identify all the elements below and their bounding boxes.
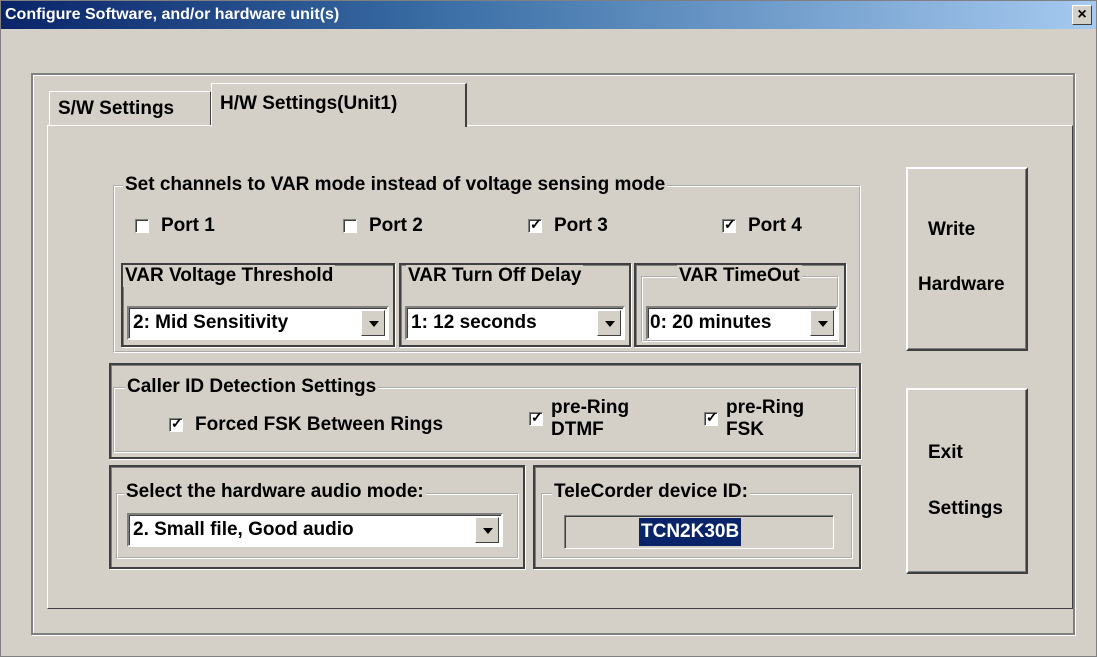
device-id-value: TCN2K30B <box>639 518 742 546</box>
close-button[interactable]: × <box>1072 5 1092 25</box>
forced-fsk-label: Forced FSK Between Rings <box>195 414 444 435</box>
caller-id-legend: Caller ID Detection Settings <box>125 376 379 398</box>
port-3-checkbox[interactable]: Port 3 <box>528 215 608 237</box>
port-2-checkbox[interactable]: Port 2 <box>343 215 423 237</box>
timeout-value: 0: 20 minutes <box>650 312 772 333</box>
write-hardware-button[interactable]: Write Hardware <box>906 167 1028 351</box>
checkbox-box <box>722 216 736 233</box>
chevron-down-icon[interactable] <box>361 310 385 336</box>
delay-select[interactable]: 1: 12 seconds <box>405 306 625 340</box>
threshold-legend: VAR Voltage Threshold <box>123 265 336 287</box>
device-id-field[interactable]: TCN2K30B <box>564 515 834 549</box>
checkbox-box <box>343 219 357 233</box>
timeout-select[interactable]: 0: 20 minutes <box>646 306 838 340</box>
forced-fsk-checkbox[interactable]: Forced FSK Between Rings <box>169 414 443 436</box>
device-id-legend: TeleCorder device ID: <box>552 481 750 503</box>
audio-mode-legend: Select the hardware audio mode: <box>124 481 426 503</box>
checkbox-box <box>704 409 718 426</box>
audio-mode-select[interactable]: 2. Small file, Good audio <box>127 513 503 547</box>
pre-ring-dtmf-line2: DTMF <box>551 419 604 440</box>
var-mode-legend: Set channels to VAR mode instead of volt… <box>123 174 668 196</box>
delay-legend: VAR Turn Off Delay <box>406 265 584 287</box>
exit-label: Exit <box>928 442 963 463</box>
port-2-label: Port 2 <box>369 215 423 236</box>
pre-ring-fsk-line1: pre-Ring <box>726 397 805 418</box>
pre-ring-fsk-checkbox[interactable]: pre-Ring FSK <box>704 397 804 441</box>
hardware-label: Hardware <box>918 274 1005 295</box>
title-bar: Configure Software, and/or hardware unit… <box>1 1 1096 29</box>
audio-mode-value: 2. Small file, Good audio <box>133 519 354 540</box>
timeout-legend: VAR TimeOut <box>677 265 802 287</box>
config-window: Configure Software, and/or hardware unit… <box>0 0 1097 657</box>
pre-ring-dtmf-checkbox[interactable]: pre-Ring DTMF <box>529 397 629 441</box>
close-icon: × <box>1077 6 1087 23</box>
checkbox-box <box>169 415 183 432</box>
window-title: Configure Software, and/or hardware unit… <box>5 6 340 23</box>
checkbox-box <box>528 216 542 233</box>
port-4-label: Port 4 <box>748 215 802 236</box>
delay-value: 1: 12 seconds <box>411 312 537 333</box>
tab-sw-settings[interactable]: S/W Settings <box>49 91 211 125</box>
threshold-select[interactable]: 2: Mid Sensitivity <box>127 306 389 340</box>
checkbox-box <box>135 219 149 233</box>
pre-ring-fsk-line2: FSK <box>726 419 764 440</box>
port-3-label: Port 3 <box>554 215 608 236</box>
checkbox-box <box>529 409 543 426</box>
write-label: Write <box>928 219 976 240</box>
threshold-value: 2: Mid Sensitivity <box>133 312 289 333</box>
pre-ring-dtmf-line1: pre-Ring <box>551 397 630 418</box>
pre-ring-dtmf-label: pre-Ring DTMF <box>551 397 629 441</box>
port-1-checkbox[interactable]: Port 1 <box>135 215 215 237</box>
settings-label: Settings <box>928 498 1003 519</box>
tab-hw-settings[interactable]: H/W Settings(Unit1) <box>211 83 467 127</box>
chevron-down-icon[interactable] <box>475 517 499 543</box>
chevron-down-icon[interactable] <box>597 310 621 336</box>
pre-ring-fsk-label: pre-Ring FSK <box>726 397 804 441</box>
port-4-checkbox[interactable]: Port 4 <box>722 215 802 237</box>
chevron-down-icon[interactable] <box>810 310 834 336</box>
exit-settings-button[interactable]: Exit Settings <box>906 388 1028 574</box>
port-1-label: Port 1 <box>161 215 215 236</box>
